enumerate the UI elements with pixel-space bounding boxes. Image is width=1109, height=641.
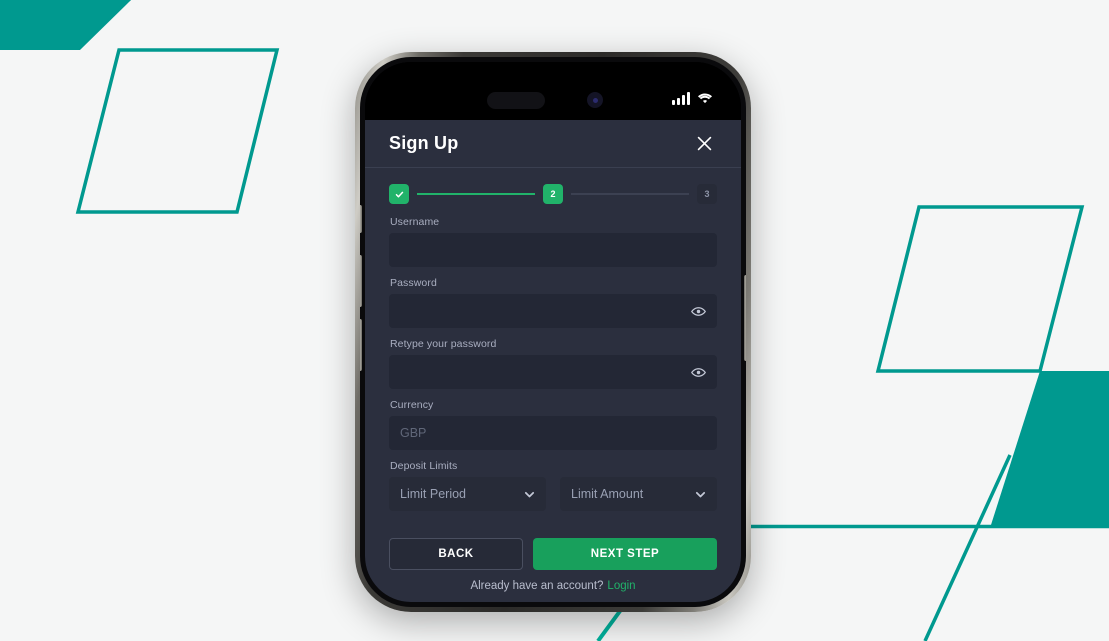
limit-amount-value: Limit Amount xyxy=(571,487,644,501)
phone-mute-switch[interactable] xyxy=(360,205,362,233)
status-bar xyxy=(365,62,741,120)
deco-line-diagonal-right xyxy=(923,454,1012,641)
page-title: Sign Up xyxy=(389,133,459,153)
phone-device: Sign Up 2 3 Username Password Retype you… xyxy=(355,52,751,612)
retype-password-input[interactable] xyxy=(389,355,717,389)
next-step-button[interactable]: NEXT STEP xyxy=(533,538,717,570)
dynamic-island xyxy=(487,92,545,109)
limit-amount-select[interactable]: Limit Amount xyxy=(560,477,717,511)
limit-period-select[interactable]: Limit Period xyxy=(389,477,546,511)
eye-icon xyxy=(690,367,706,377)
stepper-step-1[interactable] xyxy=(389,184,409,204)
signup-stepper: 2 3 xyxy=(389,184,717,204)
check-icon xyxy=(395,191,403,197)
stepper-step-3[interactable]: 3 xyxy=(697,184,717,204)
deco-shape-top-left-fill xyxy=(0,0,127,50)
phone-volume-up-button[interactable] xyxy=(360,255,362,307)
chevron-down-icon xyxy=(524,489,535,500)
wifi-icon xyxy=(698,93,712,104)
limit-period-value: Limit Period xyxy=(400,487,466,501)
eye-icon xyxy=(690,306,706,316)
retype-password-label: Retype your password xyxy=(390,338,497,350)
status-bar-indicators xyxy=(672,92,713,105)
username-input[interactable] xyxy=(389,233,717,267)
phone-power-button[interactable] xyxy=(744,275,746,361)
deposit-limits-row: Limit Period Limit Amount xyxy=(389,477,717,511)
front-camera-icon xyxy=(587,92,603,108)
deco-shape-right-filled xyxy=(990,371,1109,528)
currency-placeholder: GBP xyxy=(400,426,427,440)
password-input[interactable] xyxy=(389,294,717,328)
retype-password-visibility-toggle[interactable] xyxy=(690,364,706,380)
login-link[interactable]: Login xyxy=(607,580,635,592)
modal-body: 2 3 Username Password Retype your passwo… xyxy=(365,168,741,538)
username-label: Username xyxy=(390,216,440,228)
page-root: Sign Up 2 3 Username Password Retype you… xyxy=(0,0,1109,641)
close-button[interactable] xyxy=(691,131,717,157)
chevron-down-icon xyxy=(695,489,706,500)
currency-input[interactable]: GBP xyxy=(389,416,717,450)
phone-volume-down-button[interactable] xyxy=(360,319,362,371)
action-buttons: BACK NEXT STEP xyxy=(389,538,717,570)
password-label: Password xyxy=(390,277,437,289)
login-prompt: Already have an account? Login xyxy=(389,580,717,602)
cellular-bars-icon xyxy=(672,92,690,105)
phone-screen: Sign Up 2 3 Username Password Retype you… xyxy=(365,62,741,602)
modal-header: Sign Up xyxy=(365,120,741,168)
close-icon xyxy=(697,136,711,151)
signup-modal: Sign Up 2 3 Username Password Retype you… xyxy=(365,120,741,602)
stepper-step-2[interactable]: 2 xyxy=(543,184,563,204)
deco-shape-top-left-outline xyxy=(75,48,280,214)
phone-bezel: Sign Up 2 3 Username Password Retype you… xyxy=(360,57,746,607)
deposit-limits-label: Deposit Limits xyxy=(390,460,458,472)
back-button[interactable]: BACK xyxy=(389,538,523,570)
stepper-connector-1 xyxy=(417,193,535,195)
deco-shape-right-outline xyxy=(875,205,1085,373)
password-visibility-toggle[interactable] xyxy=(690,303,706,319)
login-prompt-text: Already have an account? xyxy=(470,580,604,592)
stepper-connector-2 xyxy=(571,193,689,195)
modal-footer: BACK NEXT STEP Already have an account? L… xyxy=(365,538,741,602)
currency-label: Currency xyxy=(390,399,434,411)
